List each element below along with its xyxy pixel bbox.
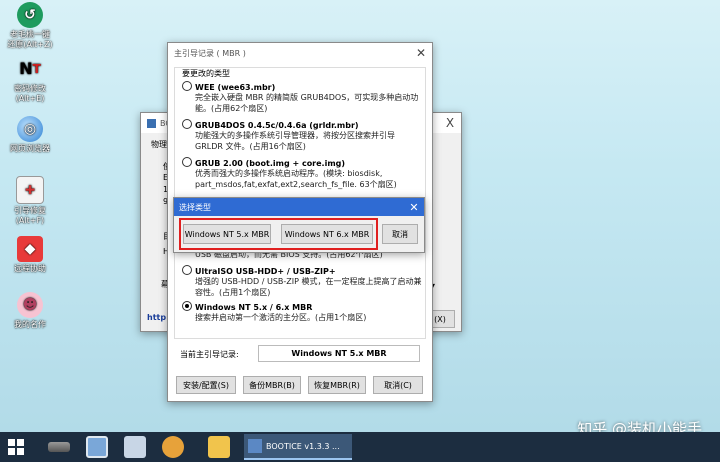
taskbar-bootice-item[interactable]: BOOTICE v1.3.3 ... [244,434,352,460]
option-grub4dos[interactable]: GRUB4DOS 0.4.5c/0.4.6a (grldr.mbr) 功能强大的… [182,119,425,152]
current-mbr-value: Windows NT 5.x MBR [258,345,420,362]
bootice-task-icon [248,439,262,453]
option-desc: 增强的 USB-HDD / USB-ZIP 模式，在一定程度上提高了启动兼容性。… [195,277,422,297]
option-desc: 优秀而强大的多操作系统启动程序。(模块: biosdisk, part_msdo… [195,169,397,189]
start-windows-icon[interactable] [8,439,24,455]
desktop-icon-label: 引导修复 (Alt+F) [14,206,46,225]
desktop-icon-label: 我的名作 [14,320,46,329]
option-desc: 搜索并启动第一个激活的主分区。(占用1个扇区) [195,313,367,322]
desktop-icon-label: 密码修改 (Alt+E) [14,84,46,103]
mascot-icon: ☻ [17,292,43,318]
bootice-tab[interactable]: 物理 [151,139,167,150]
computer-icon[interactable] [86,436,108,458]
mbr-close-icon[interactable]: ✕ [410,46,432,60]
select-type-dialog: 选择类型 ✕ Windows NT 5.x MBR Windows NT 6.x… [173,197,425,253]
desktop-icon-label: 网页浏览器 [10,144,50,153]
select-type-title: 选择类型 [179,202,211,212]
mbr-dialog-titlebar: 主引导记录 ( MBR ) ✕ [168,43,432,63]
option-desc: 完全嵌入硬盘 MBR 的精简版 GRUB4DOS，可实现多种启动功能。(占用62… [195,93,419,113]
radio-ultraiso[interactable] [182,265,192,275]
mbr-dialog-title: 主引导记录 ( MBR ) [174,48,246,58]
option-nt-mbr[interactable]: Windows NT 5.x / 6.x MBR 搜索并启动第一个激活的主分区。… [182,301,425,323]
desktop-icon-ntpwd[interactable]: NT 密码修改 (Alt+E) [0,56,60,104]
radio-grub4dos[interactable] [182,119,192,129]
cancel-button[interactable]: 取消(C) [373,376,423,394]
search-icon[interactable] [162,436,184,458]
nt6-mbr-button[interactable]: Windows NT 6.x MBR [281,224,373,244]
restore-mbr-button[interactable]: 恢复MBR(R) [308,376,366,394]
radio-grub2[interactable] [182,157,192,167]
bootice-link[interactable]: http: [147,313,169,322]
desktop-icon-label: 远程协助 [14,264,46,273]
install-config-button[interactable]: 安装/配置(S) [176,376,236,394]
taskbar-app-label: BOOTICE v1.3.3 ... [266,441,340,451]
drive-icon[interactable] [48,442,70,452]
desktop-icon-remote[interactable]: ◆ 远程协助 [0,236,60,274]
folder-icon[interactable] [208,436,230,458]
select-type-close-icon[interactable]: ✕ [404,201,424,214]
nt5-mbr-button[interactable]: Windows NT 5.x MBR [183,224,271,244]
current-mbr-label: 当前主引导记录: [180,350,239,359]
desktop-icon-browser[interactable]: ◎ 网页浏览器 [0,116,60,154]
taskbar: BOOTICE v1.3.3 ... [0,432,720,462]
browser-icon: ◎ [17,116,43,142]
desktop-icon-bootfix[interactable]: ✚ 引导修复 (Alt+F) [0,176,60,226]
backup-mbr-button[interactable]: 备份MBR(B) [243,376,301,394]
mbr-group-label: 要更改的类型 [180,68,232,79]
desktop: ↺ 老毛桃一键 还原(Alt+Z) NT 密码修改 (Alt+E) ◎ 网页浏览… [0,0,720,438]
radio-wee[interactable] [182,81,192,91]
restore-icon: ↺ [17,2,43,28]
option-desc: 功能强大的多操作系统引导管理器，将按分区搜索并引导 GRLDR 文件。(占用16… [195,131,395,151]
desktop-icon-label: 老毛桃一键 还原(Alt+Z) [7,30,53,49]
bootice-close-icon[interactable]: X [439,116,461,130]
radio-nt-mbr[interactable] [182,301,192,311]
network-icon[interactable] [124,436,146,458]
desktop-icon-restore[interactable]: ↺ 老毛桃一键 还原(Alt+Z) [0,2,60,50]
desktop-icon-mascot[interactable]: ☻ 我的名作 [0,292,60,330]
bootice-logo-icon [147,118,156,128]
bootfix-icon: ✚ [16,176,44,204]
select-cancel-button[interactable]: 取消 [382,224,418,244]
option-ultraiso[interactable]: UltraISO USB-HDD+ / USB-ZIP+ 增强的 USB-HDD… [182,265,425,298]
option-grub2[interactable]: GRUB 2.00 (boot.img + core.img) 优秀而强大的多操… [182,157,425,190]
remote-icon: ◆ [17,236,43,262]
option-wee[interactable]: WEE (wee63.mbr) 完全嵌入硬盘 MBR 的精简版 GRUB4DOS… [182,81,425,114]
ntpwd-icon: NT [19,59,41,78]
select-type-titlebar: 选择类型 ✕ [174,198,424,216]
